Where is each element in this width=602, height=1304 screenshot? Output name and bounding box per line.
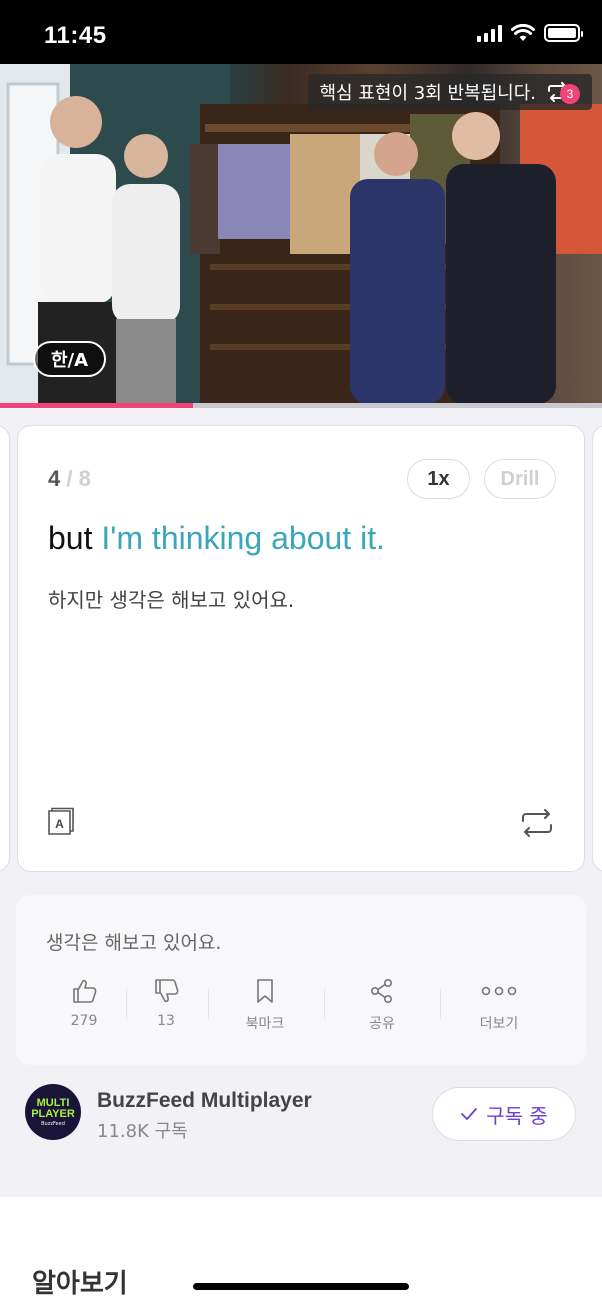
next-card-peek[interactable] — [592, 425, 602, 872]
info-card: 생각은 해보고 있어요. 279 13 북마크 공유 더보기 — [16, 895, 586, 1065]
svg-text:A: A — [55, 817, 64, 831]
repeat-notice: 핵심 표현이 3회 반복됩니다. 3 — [307, 74, 592, 110]
share-button[interactable]: 공유 — [342, 977, 422, 1033]
section-title: 알아보기 — [32, 1269, 128, 1299]
thumbs-down-icon — [155, 979, 179, 1003]
share-icon — [370, 978, 392, 1003]
current-index: 4 — [48, 466, 61, 491]
sentence-highlight: I'm thinking about it. — [101, 520, 385, 556]
divider — [208, 989, 209, 1019]
video-progress-bar[interactable] — [0, 403, 602, 408]
language-toggle-button[interactable]: 한/A — [33, 341, 107, 377]
english-sentence: but I'm thinking about it. — [48, 520, 385, 557]
channel-logo-line2: PLAYER — [31, 1107, 75, 1120]
repeat-icon: 3 — [546, 82, 580, 104]
repeat-notice-text: 핵심 표현이 3회 반복됩니다. — [319, 83, 537, 104]
repeat-count-badge: 3 — [560, 84, 580, 104]
sentence-counter: 4 / 8 — [48, 466, 91, 492]
video-player[interactable]: 핵심 표현이 3회 반복됩니다. 3 한/A — [0, 64, 602, 404]
status-icons — [477, 24, 583, 42]
share-label: 공유 — [369, 1016, 395, 1032]
speed-button[interactable]: 1x — [407, 459, 470, 499]
more-button[interactable]: 더보기 — [459, 977, 539, 1033]
bookmark-button[interactable]: 북마크 — [225, 977, 305, 1033]
divider — [440, 989, 441, 1019]
subscribe-button[interactable]: 구독 중 — [432, 1087, 576, 1141]
bookmark-label: 북마크 — [245, 1016, 285, 1032]
dictionary-icon[interactable]: A — [46, 807, 76, 837]
korean-translation: 하지만 생각은 해보고 있어요. — [48, 588, 295, 612]
sentence-prefix: but — [48, 520, 102, 556]
dislike-button[interactable]: 13 — [126, 977, 206, 1029]
channel-logo-line3: BuzzFeed — [41, 1120, 65, 1127]
more-label: 더보기 — [479, 1016, 519, 1032]
channel-name[interactable]: BuzzFeed Multiplayer — [97, 1089, 312, 1113]
bookmark-icon — [257, 979, 273, 1003]
total-count: / 8 — [66, 466, 91, 491]
wifi-icon — [511, 24, 535, 41]
subscribe-label: 구독 중 — [486, 1103, 548, 1128]
more-icon — [481, 986, 517, 996]
action-bar: 279 13 북마크 공유 더보기 — [16, 977, 586, 1037]
channel-logo-line1: MULTI — [36, 1096, 70, 1109]
status-time: 11:45 — [44, 22, 107, 49]
check-icon — [461, 1108, 478, 1120]
thumbs-up-icon — [73, 979, 97, 1003]
dislike-count: 13 — [157, 1013, 175, 1029]
sentence-card: 4 / 8 1x Drill but I'm thinking about it… — [17, 425, 585, 872]
channel-subscriber-count: 11.8K 구독 — [97, 1121, 188, 1142]
like-count: 279 — [70, 1013, 98, 1029]
video-progress-fill — [0, 403, 193, 408]
repeat-toggle-icon[interactable] — [520, 809, 554, 837]
like-button[interactable]: 279 — [44, 977, 124, 1029]
drill-button[interactable]: Drill — [484, 459, 556, 499]
info-caption: 생각은 해보고 있어요. — [46, 932, 222, 954]
previous-card-peek[interactable] — [0, 425, 10, 872]
signal-icon — [477, 24, 502, 42]
home-indicator — [193, 1283, 409, 1290]
status-bar: 11:45 — [0, 0, 602, 64]
channel-avatar[interactable]: MULTI PLAYER BuzzFeed — [25, 1084, 81, 1140]
battery-icon — [544, 24, 583, 42]
divider — [324, 989, 325, 1019]
